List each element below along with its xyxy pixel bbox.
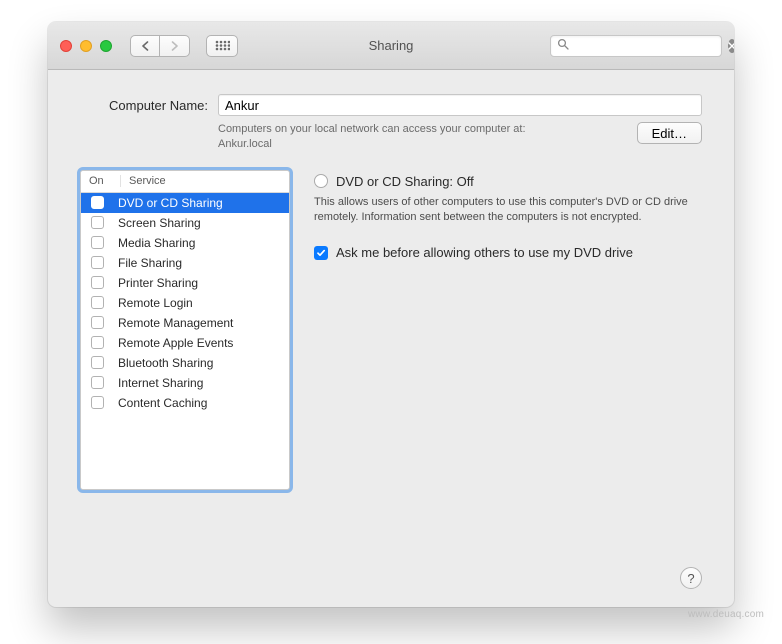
detail-heading: DVD or CD Sharing: Off xyxy=(336,174,474,189)
service-on-checkbox[interactable] xyxy=(91,256,104,269)
services-list-header: On Service xyxy=(81,171,289,193)
service-row[interactable]: Media Sharing xyxy=(81,233,289,253)
status-radio[interactable] xyxy=(314,174,328,188)
content-area: Computer Name: Computers on your local n… xyxy=(48,70,734,607)
preferences-window: Sharing Computer Name: Computers on your xyxy=(48,22,734,607)
zoom-window-button[interactable] xyxy=(100,40,112,52)
service-on-checkbox[interactable] xyxy=(91,196,104,209)
service-on-checkbox[interactable] xyxy=(91,276,104,289)
service-detail: DVD or CD Sharing: Off This allows users… xyxy=(314,170,702,553)
watermark: www.deuaq.com xyxy=(688,609,764,620)
computer-name-input[interactable] xyxy=(218,94,702,116)
service-name: Content Caching xyxy=(114,396,289,410)
edit-button[interactable]: Edit… xyxy=(637,122,702,144)
service-name: Media Sharing xyxy=(114,236,289,250)
service-on-checkbox[interactable] xyxy=(91,296,104,309)
service-row[interactable]: Remote Login xyxy=(81,293,289,313)
help-button[interactable]: ? xyxy=(680,567,702,589)
detail-description: This allows users of other computers to … xyxy=(314,195,702,226)
services-list[interactable]: On Service DVD or CD Sharing Screen Shari… xyxy=(80,170,290,490)
search-icon xyxy=(557,38,569,53)
service-name: File Sharing xyxy=(114,256,289,270)
service-on-checkbox[interactable] xyxy=(91,396,104,409)
column-on[interactable]: On xyxy=(81,175,121,187)
service-name: DVD or CD Sharing xyxy=(114,196,289,210)
forward-button[interactable] xyxy=(160,35,190,57)
service-row[interactable]: Screen Sharing xyxy=(81,213,289,233)
search-field[interactable] xyxy=(550,35,722,57)
service-name: Bluetooth Sharing xyxy=(114,356,289,370)
computer-name-label: Computer Name: xyxy=(80,98,208,113)
access-hint: Computers on your local network can acce… xyxy=(218,122,526,152)
ask-checkbox[interactable] xyxy=(314,246,328,260)
service-row[interactable]: File Sharing xyxy=(81,253,289,273)
access-hint-line1: Computers on your local network can acce… xyxy=(218,123,526,135)
service-name: Internet Sharing xyxy=(114,376,289,390)
service-on-checkbox[interactable] xyxy=(91,216,104,229)
minimize-window-button[interactable] xyxy=(80,40,92,52)
service-name: Remote Login xyxy=(114,296,289,310)
service-name: Remote Apple Events xyxy=(114,336,289,350)
nav-buttons xyxy=(130,35,190,57)
service-row[interactable]: Content Caching xyxy=(81,393,289,413)
back-button[interactable] xyxy=(130,35,160,57)
ask-checkbox-label: Ask me before allowing others to use my … xyxy=(336,245,633,260)
service-on-checkbox[interactable] xyxy=(91,356,104,369)
service-on-checkbox[interactable] xyxy=(91,376,104,389)
service-name: Printer Sharing xyxy=(114,276,289,290)
clear-search-button[interactable] xyxy=(728,39,734,53)
close-window-button[interactable] xyxy=(60,40,72,52)
search-input[interactable] xyxy=(569,38,728,54)
service-on-checkbox[interactable] xyxy=(91,316,104,329)
window-controls xyxy=(60,40,112,52)
service-row[interactable]: Bluetooth Sharing xyxy=(81,353,289,373)
access-hint-line2: Ankur.local xyxy=(218,138,272,150)
service-row[interactable]: Remote Apple Events xyxy=(81,333,289,353)
show-all-button[interactable] xyxy=(206,35,238,57)
service-row[interactable]: Remote Management xyxy=(81,313,289,333)
service-row[interactable]: Internet Sharing xyxy=(81,373,289,393)
titlebar: Sharing xyxy=(48,22,734,70)
service-name: Screen Sharing xyxy=(114,216,289,230)
service-row[interactable]: DVD or CD Sharing xyxy=(81,193,289,213)
service-on-checkbox[interactable] xyxy=(91,336,104,349)
service-name: Remote Management xyxy=(114,316,289,330)
column-service[interactable]: Service xyxy=(121,175,289,187)
service-on-checkbox[interactable] xyxy=(91,236,104,249)
service-row[interactable]: Printer Sharing xyxy=(81,273,289,293)
